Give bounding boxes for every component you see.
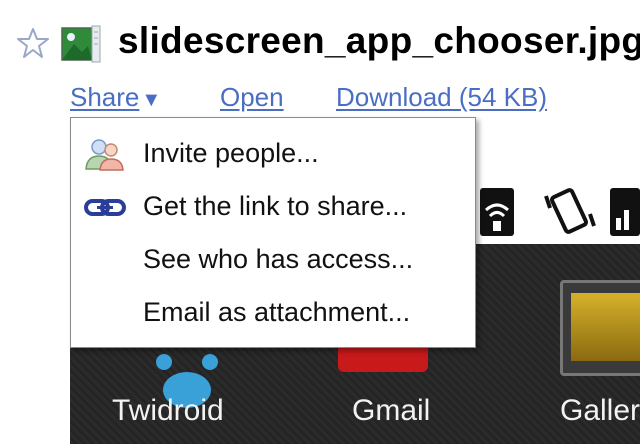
menu-item-label: Invite people... [143,138,319,168]
menu-item-label: See who has access... [143,244,414,274]
share-dropdown-menu: Invite people... Get the link to share..… [70,117,476,348]
app-label-gallery: Galler [560,394,640,427]
app-label-twidroid: Twidroid [112,394,224,427]
open-link[interactable]: Open [220,82,284,113]
download-link[interactable]: Download (54 KB) [336,82,547,113]
link-icon [84,199,126,216]
gallery-icon [560,280,640,376]
gmail-icon [338,348,428,372]
vibrate-icon [544,188,596,234]
menu-item-invite-people[interactable]: Invite people... [71,128,475,180]
app-label-gmail: Gmail [352,394,431,427]
menu-item-see-who-has-access[interactable]: See who has access... [71,234,475,286]
chevron-down-icon: ▼ [141,89,162,111]
wifi-icon [480,188,514,236]
share-label: Share [70,82,140,112]
people-icon [85,139,124,171]
image-file-icon [61,25,101,63]
file-title: slidescreen_app_chooser.jpg [118,20,640,61]
menu-item-label: Get the link to share... [143,191,408,221]
star-icon[interactable] [16,26,50,60]
menu-item-label: Email as attachment... [143,297,411,327]
menu-item-email-attachment[interactable]: Email as attachment... [71,287,475,339]
signal-icon [610,188,640,236]
share-menu-button[interactable]: Share ▼ [70,82,161,113]
menu-item-get-link[interactable]: Get the link to share... [71,181,475,233]
